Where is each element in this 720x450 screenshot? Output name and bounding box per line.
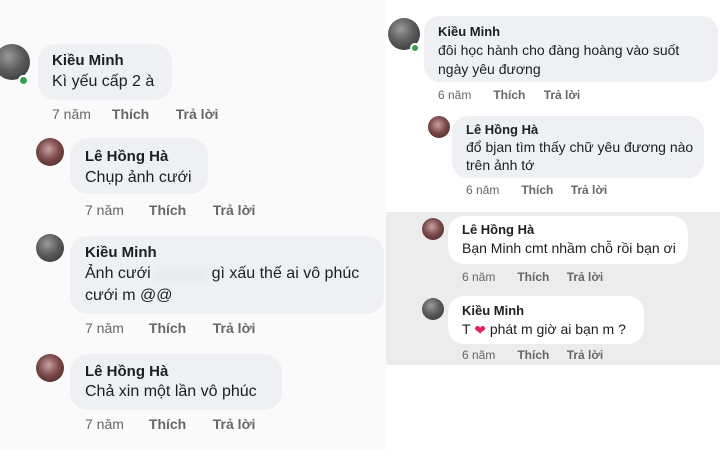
comment-item: Lê Hồng Hà Chụp ảnh cưới 7 năm Thích Trả… <box>0 130 386 225</box>
comment-text-part: gì xấu thế ai vô phúc <box>211 265 360 282</box>
reply-button[interactable]: Trả lời <box>571 183 608 197</box>
comment-author[interactable]: Lê Hồng Hà <box>466 122 538 137</box>
comment-text: trên ảnh tớ <box>466 157 535 173</box>
comment-text: đôi học hành cho đàng hoàng vào suốt <box>438 42 680 58</box>
reply-button[interactable]: Trả lời <box>176 106 219 122</box>
comment-text: cưới m @@ <box>85 287 173 304</box>
comment-text-part: Ảnh cưới <box>85 265 151 282</box>
like-button[interactable]: Thích <box>149 202 209 218</box>
comment-item: Lê Hồng Hà Chả xin một lần vô phúc 7 năm… <box>0 346 386 450</box>
comment-author[interactable]: Kiều Minh <box>52 52 124 69</box>
like-button[interactable]: Thích <box>521 183 567 197</box>
comment-item: Kiều Minh Kì yếu cấp 2 à 7 năm Thích Trả… <box>0 0 386 125</box>
comment-time[interactable]: 6 năm <box>462 270 514 284</box>
comment-time[interactable]: 6 năm <box>438 88 490 102</box>
comment-item: Lê Hồng Hà Bạn Minh cmt nhầm chỗ rồi bạn… <box>386 212 720 292</box>
comment-time[interactable]: 7 năm <box>85 202 145 218</box>
reply-button[interactable]: Trả lời <box>544 88 581 102</box>
heart-icon: ❤ <box>474 321 486 338</box>
comment-author[interactable]: Kiều Minh <box>438 24 500 39</box>
comment-text-part: phát m giờ ai bạn m ? <box>489 321 626 337</box>
comment-author[interactable]: Lê Hồng Hà <box>85 363 168 380</box>
comment-time[interactable]: 7 năm <box>52 106 108 122</box>
like-button[interactable]: Thích <box>493 88 540 102</box>
like-button[interactable]: Thích <box>149 416 209 432</box>
online-status-dot <box>18 75 29 86</box>
left-screenshot-panel: Kiều Minh Kì yếu cấp 2 à 7 năm Thích Trả… <box>0 0 386 450</box>
comment-item: Kiều Minh T ❤ phát m giờ ai bạn m ? 6 nă… <box>386 292 720 365</box>
comment-text: T ❤ phát m giờ ai bạn m ? <box>462 321 626 339</box>
comment-text: ngày yêu đương <box>438 61 541 77</box>
reply-button[interactable]: Trả lời <box>567 270 604 284</box>
comment-actions: 6 năm Thích Trả lời <box>462 270 603 284</box>
comment-text: Kì yếu cấp 2 à <box>52 73 155 90</box>
comment-author[interactable]: Lê Hồng Hà <box>462 222 534 237</box>
comment-actions: 6 năm Thích Trả lời <box>462 348 603 362</box>
comment-text: Ảnh cưới gì xấu thế ai vô phúc <box>85 265 359 283</box>
like-button[interactable]: Thích <box>517 348 563 362</box>
comment-text: Chả xin một lần vô phúc <box>85 383 257 400</box>
comment-time[interactable]: 6 năm <box>466 183 518 197</box>
comment-actions: 6 năm Thích Trả lời <box>438 88 580 102</box>
avatar[interactable] <box>422 298 444 320</box>
censored-word <box>155 265 208 282</box>
like-button[interactable]: Thích <box>149 320 209 336</box>
right-top-screenshot-panel: Kiều Minh đôi học hành cho đàng hoàng và… <box>386 0 720 212</box>
blank-area <box>386 365 720 450</box>
comment-text-part: T <box>462 321 471 337</box>
comment-actions: 6 năm Thích Trả lời <box>466 183 607 197</box>
comment-actions: 7 năm Thích Trả lời <box>52 106 218 122</box>
avatar[interactable] <box>428 116 450 138</box>
comment-actions: 7 năm Thích Trả lời <box>85 416 255 432</box>
comment-author[interactable]: Kiều Minh <box>85 244 157 261</box>
like-button[interactable]: Thích <box>112 106 172 122</box>
comment-text: Bạn Minh cmt nhầm chỗ rồi bạn ơi <box>462 240 676 256</box>
comment-text: Chụp ảnh cưới <box>85 169 192 186</box>
reply-button[interactable]: Trả lời <box>213 416 256 432</box>
comment-item: Lê Hồng Hà đổ bjan tìm thấy chữ yêu đươn… <box>386 108 720 212</box>
reply-button[interactable]: Trả lời <box>213 202 256 218</box>
reply-button[interactable]: Trả lời <box>567 348 604 362</box>
comment-actions: 7 năm Thích Trả lời <box>85 202 255 218</box>
online-status-dot <box>410 43 420 53</box>
avatar[interactable] <box>422 218 444 240</box>
avatar[interactable] <box>36 234 64 262</box>
comment-time[interactable]: 7 năm <box>85 416 145 432</box>
reply-button[interactable]: Trả lời <box>213 320 256 336</box>
comment-actions: 7 năm Thích Trả lời <box>85 320 255 336</box>
like-button[interactable]: Thích <box>517 270 563 284</box>
comment-text: đổ bjan tìm thấy chữ yêu đương nào <box>466 139 694 155</box>
comment-time[interactable]: 7 năm <box>85 320 145 336</box>
avatar[interactable] <box>36 138 64 166</box>
comment-author[interactable]: Lê Hồng Hà <box>85 148 168 165</box>
comment-author[interactable]: Kiều Minh <box>462 303 524 318</box>
comment-item: Kiều Minh đôi học hành cho đàng hoàng và… <box>386 0 720 108</box>
right-bottom-screenshot-panel: Lê Hồng Hà Bạn Minh cmt nhầm chỗ rồi bạn… <box>386 212 720 365</box>
comment-item: Kiều Minh Ảnh cưới gì xấu thế ai vô phúc… <box>0 228 386 346</box>
comment-time[interactable]: 6 năm <box>462 348 514 362</box>
avatar[interactable] <box>36 354 64 382</box>
